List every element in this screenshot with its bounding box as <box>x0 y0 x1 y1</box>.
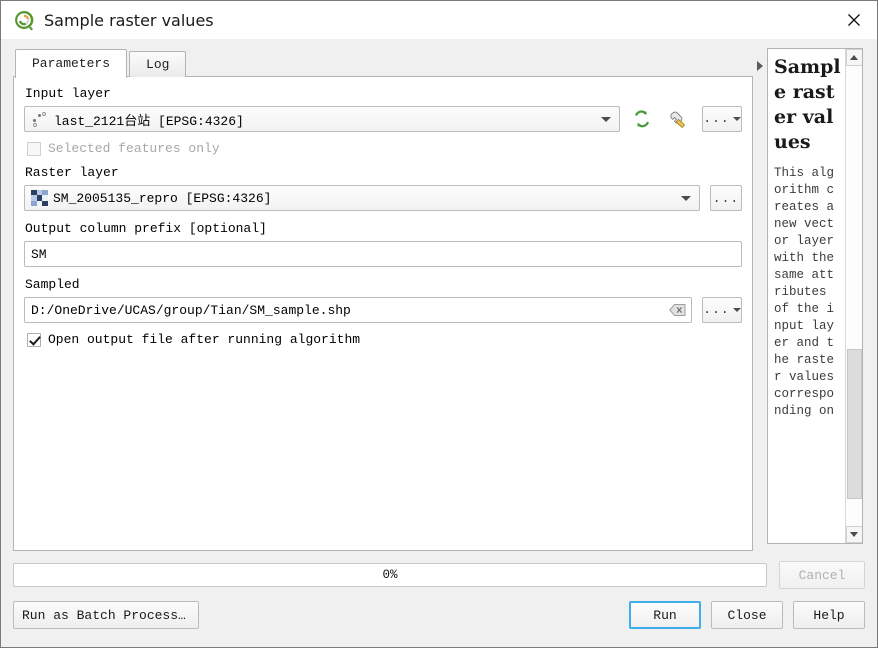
help-scroll-track[interactable] <box>846 66 863 526</box>
tab-parameters-label: Parameters <box>32 56 111 71</box>
run-as-batch-process-label: Run as Batch Process… <box>22 607 186 623</box>
iterate-refresh-icon[interactable] <box>628 106 656 132</box>
cancel-button-label: Cancel <box>798 567 846 583</box>
action-buttons-row: Run as Batch Process… Run Close Help <box>13 601 865 629</box>
help-button[interactable]: Help <box>793 601 865 629</box>
progress-row: 0% Cancel <box>13 561 865 589</box>
selected-features-row[interactable]: Selected features only <box>27 141 742 156</box>
input-layer-combo[interactable]: last_2121台站 [EPSG:4326] <box>24 106 620 132</box>
output-prefix-value: SM <box>31 246 47 262</box>
window-title: Sample raster values <box>44 10 214 30</box>
cancel-button: Cancel <box>779 561 865 589</box>
output-prefix-input[interactable]: SM <box>24 241 742 267</box>
run-as-batch-process-button[interactable]: Run as Batch Process… <box>13 601 199 629</box>
help-title: Sample raster values <box>774 56 841 153</box>
point-vector-layer-icon <box>31 111 49 127</box>
raster-layer-value: SM_2005135_repro [EPSG:4326] <box>53 190 272 206</box>
scroll-down-arrow-icon[interactable] <box>845 526 862 543</box>
sampled-output-value: D:/OneDrive/UCAS/group/Tian/SM_sample.sh… <box>31 302 351 318</box>
help-panel: Sample raster values This algorithm crea… <box>767 48 863 544</box>
input-layer-chevron-down-icon[interactable] <box>594 107 618 131</box>
help-scroll-thumb[interactable] <box>846 349 862 499</box>
sampled-row: D:/OneDrive/UCAS/group/Tian/SM_sample.sh… <box>24 297 742 323</box>
sampled-output-input[interactable]: D:/OneDrive/UCAS/group/Tian/SM_sample.sh… <box>24 297 692 323</box>
clear-backspace-icon[interactable] <box>669 302 686 318</box>
close-button[interactable]: Close <box>711 601 783 629</box>
sampled-more-dots: ... <box>703 302 730 317</box>
input-layer-value: last_2121台站 [EPSG:4326] <box>54 113 244 129</box>
raster-layer-combo[interactable]: SM_2005135_repro [EPSG:4326] <box>24 185 700 211</box>
help-body: This algorithm creates a new vector laye… <box>774 166 835 418</box>
input-layer-more-button[interactable]: ... <box>702 106 742 132</box>
sampled-more-button[interactable]: ... <box>702 297 742 323</box>
close-icon[interactable] <box>831 1 877 39</box>
output-prefix-label: Output column prefix [optional] <box>25 221 267 236</box>
tab-log[interactable]: Log <box>129 51 187 77</box>
run-button[interactable]: Run <box>629 601 701 629</box>
sampled-label: Sampled <box>25 277 80 292</box>
raster-layer-more-button[interactable]: ... <box>710 185 742 211</box>
collapse-right-arrow-icon[interactable] <box>757 61 763 71</box>
title-bar: Sample raster values <box>1 1 877 39</box>
wrench-icon[interactable] <box>664 106 692 132</box>
qgis-logo-icon <box>13 9 35 31</box>
parameters-panel: Input layer last_2121台站 [EPSG:4326] ... … <box>13 76 753 551</box>
tab-bar: Parameters Log <box>15 47 753 78</box>
sampled-more-chevron-down-icon <box>732 308 741 312</box>
progress-text: 0% <box>382 568 398 582</box>
raster-layer-icon <box>31 190 48 206</box>
tab-log-label: Log <box>146 57 170 72</box>
open-output-label: Open output file after running algorithm <box>48 332 361 347</box>
scroll-up-arrow-icon[interactable] <box>845 49 862 66</box>
sample-raster-values-dialog: Sample raster values Parameters Log Inpu… <box>0 0 878 648</box>
help-scrollbar[interactable] <box>845 49 862 543</box>
raster-layer-label: Raster layer <box>25 165 119 180</box>
selected-features-checkbox[interactable] <box>27 141 41 156</box>
input-layer-label: Input layer <box>25 86 111 101</box>
help-text-area: Sample raster values This algorithm crea… <box>768 49 845 543</box>
upper-area: Parameters Log Input layer last_2121台站 [… <box>1 39 877 551</box>
output-prefix-row: SM <box>24 241 742 267</box>
dialog-content: Parameters Log Input layer last_2121台站 [… <box>1 39 877 647</box>
open-output-row[interactable]: Open output file after running algorithm <box>27 332 742 347</box>
dialog-footer: 0% Cancel Run as Batch Process… Run Clos… <box>1 551 877 647</box>
open-output-checkbox[interactable] <box>27 332 41 347</box>
panel-splitter[interactable] <box>753 47 767 551</box>
run-button-label: Run <box>653 607 677 623</box>
selected-features-label: Selected features only <box>48 141 220 156</box>
input-layer-row: last_2121台站 [EPSG:4326] ... <box>24 106 742 132</box>
progress-bar: 0% <box>13 563 767 587</box>
tab-parameters[interactable]: Parameters <box>15 49 128 78</box>
input-layer-more-chevron-down-icon <box>732 117 741 121</box>
parameters-pane: Parameters Log Input layer last_2121台站 [… <box>13 47 753 551</box>
raster-layer-chevron-down-icon[interactable] <box>674 186 698 210</box>
close-button-label: Close <box>727 607 767 623</box>
raster-layer-more-dots: ... <box>712 190 740 206</box>
help-button-label: Help <box>813 607 845 623</box>
raster-layer-row: SM_2005135_repro [EPSG:4326] ... <box>24 185 742 211</box>
input-layer-more-dots: ... <box>703 111 730 126</box>
